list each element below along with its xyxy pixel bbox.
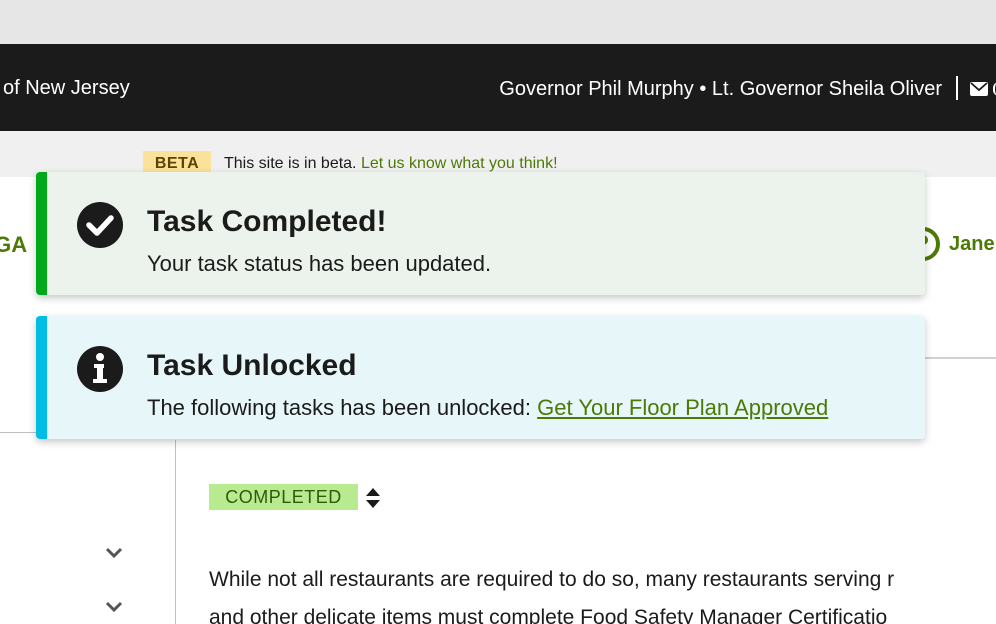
state-name: of New Jersey [3, 77, 130, 99]
info-circle-icon [77, 346, 123, 392]
user-name[interactable]: Jane [949, 233, 995, 256]
toast-accent-bar [36, 316, 47, 439]
governor-officials: Governor Phil Murphy • Lt. Governor Shei… [499, 78, 942, 100]
mail-icon[interactable] [970, 82, 988, 96]
chevron-down-icon[interactable] [105, 546, 123, 560]
content-divider [920, 357, 996, 359]
feedback-link[interactable]: Let us know what you think! [361, 155, 558, 172]
government-bar: of New Jersey Governor Phil Murphy • Lt.… [0, 44, 996, 131]
toast-accent-bar [36, 172, 47, 295]
browser-top-strip [0, 0, 996, 44]
check-circle-icon [77, 202, 123, 248]
toast-body: The following tasks has been unlocked: G… [147, 396, 828, 420]
status-badge[interactable]: COMPLETED [209, 484, 358, 510]
toast-title: Task Completed! [147, 205, 387, 238]
toast-body: Your task status has been updated. [147, 251, 492, 276]
beta-banner: BETA This site is in beta. Let us know w… [0, 131, 996, 177]
toast-title: Task Unlocked [147, 349, 357, 382]
chevron-down-icon[interactable] [105, 600, 123, 614]
beta-message: This site is in beta. Let us know what y… [224, 155, 558, 173]
toast-body-text: The following tasks has been unlocked: [147, 395, 532, 420]
description-line: While not all restaurants are required t… [209, 568, 895, 591]
unlocked-task-link[interactable]: Get Your Floor Plan Approved [537, 395, 828, 420]
sidebar-border [175, 440, 176, 624]
sort-icon[interactable] [365, 487, 381, 509]
divider [956, 76, 958, 100]
toast-task-completed: Task Completed! Your task status has bee… [36, 172, 925, 295]
toast-task-unlocked: Task Unlocked The following tasks has be… [36, 316, 925, 439]
description-line: and other delicate items must complete F… [209, 606, 888, 624]
nav-link-partial[interactable]: IGA [0, 232, 27, 258]
task-description: While not all restaurants are required t… [209, 561, 996, 624]
beta-message-text: This site is in beta. [224, 155, 357, 172]
